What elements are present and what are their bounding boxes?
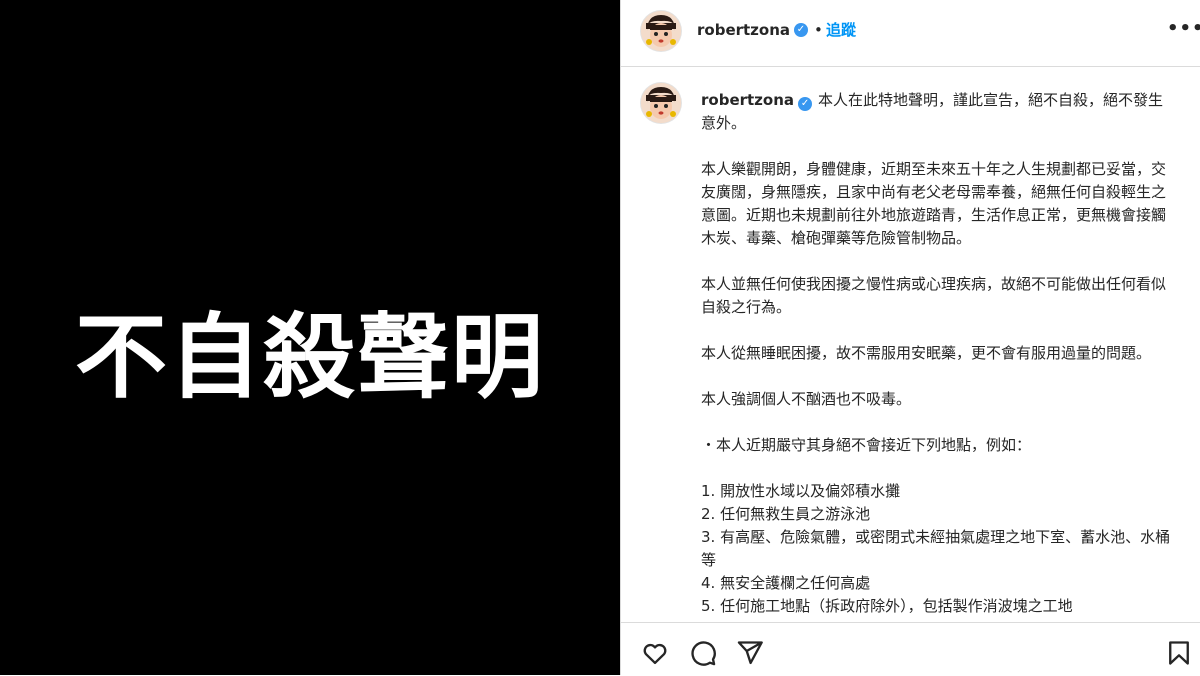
verified-badge-icon: ✓: [794, 23, 808, 37]
post-author-username[interactable]: robertzona: [697, 20, 790, 40]
action-bar: [621, 622, 1200, 676]
post-detail-panel: robertzona ✓ • 追蹤 ••• robertzona✓本人在此特地聲…: [620, 0, 1200, 675]
heart-icon[interactable]: [641, 639, 669, 667]
more-options-icon[interactable]: •••: [1167, 18, 1200, 40]
post-header: robertzona ✓ • 追蹤 •••: [621, 0, 1200, 67]
bookmark-icon[interactable]: [1165, 639, 1193, 667]
post-image[interactable]: 不自殺聲明: [0, 0, 620, 675]
caption-body: 本人在此特地聲明，謹此宣告，絕不自殺，絕不發生意外。 本人樂觀開朗，身體健康，近…: [701, 91, 1171, 615]
caption-text: robertzona ✓ 本人在此特地聲明，謹此宣告，絕不自殺，絕不發生意外。 本人…: [701, 89, 1171, 618]
header-separator: •: [814, 21, 823, 39]
caption-verified-badge-icon: ✓: [798, 97, 813, 111]
post-image-headline: 不自殺聲明: [74, 304, 545, 411]
follow-button[interactable]: 追蹤: [826, 20, 856, 40]
paper-plane-share-icon[interactable]: [736, 639, 764, 667]
caption-username[interactable]: robertzona: [701, 91, 794, 109]
comment-icon[interactable]: [689, 639, 717, 667]
caption-section[interactable]: robertzona ✓ 本人在此特地聲明，謹此宣告，絕不自殺，絕不發生意外。 本人…: [621, 67, 1200, 622]
caption-avatar[interactable]: [641, 83, 681, 123]
avatar[interactable]: [641, 11, 681, 51]
